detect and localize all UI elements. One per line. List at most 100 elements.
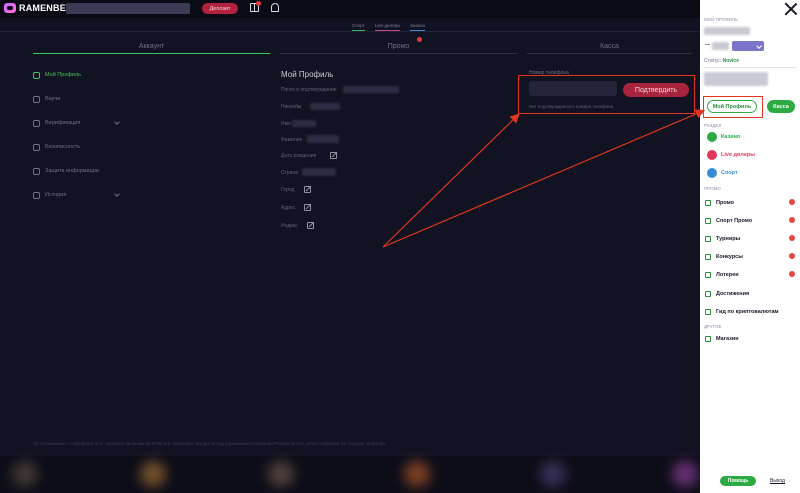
status-value: Novice <box>722 58 739 64</box>
logout-link[interactable]: Выход <box>770 478 785 484</box>
game-thumb[interactable] <box>540 461 566 487</box>
arrow-to-phone <box>382 113 520 248</box>
edit-address-icon[interactable] <box>304 204 311 211</box>
arrow-to-my-profile <box>382 109 706 248</box>
drawer-item-label: Турниры <box>716 235 741 242</box>
field-value-nickname <box>310 103 340 110</box>
chevron-down-icon[interactable] <box>114 191 120 197</box>
sidebar-item-history[interactable]: История <box>33 189 66 201</box>
field-label-last-name: Фамилия <box>281 137 303 143</box>
drawer-item-achievements[interactable]: Достижения <box>705 288 749 299</box>
field-label-city: Город <box>281 187 295 193</box>
status-label: Статус: <box>704 58 722 64</box>
field-label-email: Почта и подтверждение <box>281 87 337 93</box>
drawer-item-crypto-guide[interactable]: Гид по криптовалютам <box>705 306 779 317</box>
drawer-live-label: Live дилеры <box>721 151 755 158</box>
promo-badge <box>417 37 422 42</box>
tab-account-underline <box>33 53 270 54</box>
drawer-live[interactable]: Live дилеры <box>707 149 755 160</box>
drawer-item-label: Спорт Промо <box>716 217 753 224</box>
tab-promo[interactable]: Промо <box>280 38 517 54</box>
tab-cashier[interactable]: Касса <box>527 38 692 54</box>
logo[interactable]: RAMENBET <box>4 3 72 13</box>
sidebar-item-data-protection[interactable]: Защита информации <box>33 165 99 177</box>
clock-icon <box>33 191 40 199</box>
game-thumb[interactable] <box>404 461 430 487</box>
crypto-icon <box>705 308 711 315</box>
field-label-country: Страна <box>281 170 299 176</box>
logo-text: RAMENBET <box>19 3 72 13</box>
deposit-button[interactable]: Депозит <box>202 3 238 14</box>
field-label-address: Адрес <box>281 205 296 211</box>
edit-birth-date-icon[interactable] <box>330 152 337 159</box>
sidebar-item-verification[interactable]: Верификация <box>33 117 80 129</box>
eye-icon <box>705 199 711 206</box>
game-thumb[interactable] <box>140 461 166 487</box>
field-value-last-name <box>307 135 339 143</box>
edit-city-icon[interactable] <box>304 186 311 193</box>
drawer-item-promo[interactable]: Промо <box>705 197 734 208</box>
drawer-section-profile: МОЙ ПРОФИЛЬ <box>704 17 738 22</box>
cashier-button[interactable]: Касса <box>767 100 795 113</box>
drawer-user-id <box>704 27 750 35</box>
game-thumb[interactable] <box>12 461 38 487</box>
subtab-sport[interactable]: Спорт <box>352 23 365 31</box>
drawer-avatar-blurred <box>704 72 768 86</box>
sidebar-item-label: Мой Профиль <box>45 72 82 78</box>
drawer-item-shop[interactable]: Магазин <box>705 333 739 344</box>
edit-zip-icon[interactable] <box>307 222 314 229</box>
sidebar-item-label: Ваучи <box>45 96 61 102</box>
tab-cashier-underline <box>527 53 692 54</box>
contest-icon <box>705 253 711 260</box>
sidebar-item-security[interactable]: Безопасность <box>33 141 80 153</box>
drawer-item-label: Магазин <box>716 335 739 342</box>
chevron-down-icon[interactable] <box>114 119 120 125</box>
drawer-sport[interactable]: Спорт <box>707 167 738 178</box>
field-label-first-name: Имя <box>281 121 291 127</box>
bell-icon[interactable] <box>271 3 279 12</box>
ticket-icon <box>705 271 711 278</box>
drawer-casino[interactable]: Казино <box>707 131 740 142</box>
game-thumb[interactable] <box>672 461 698 487</box>
tab-account[interactable]: Аккаунт <box>33 38 270 54</box>
drawer-item-label: Гид по криптовалютам <box>716 308 779 315</box>
drawer-divider <box>703 67 797 68</box>
currency-dropdown[interactable] <box>732 41 764 51</box>
sidebar-item-vouchers[interactable]: Ваучи <box>33 93 60 105</box>
user-icon <box>33 71 40 79</box>
sidebar-item-label: Безопасность <box>45 144 81 150</box>
trophy-icon <box>705 235 711 242</box>
promo-notify-badge <box>789 199 795 205</box>
lotteries-notify-badge <box>789 271 795 277</box>
drawer-item-contests[interactable]: Конкурсы <box>705 251 743 262</box>
account-icon <box>705 44 710 48</box>
field-value-country <box>302 168 336 176</box>
subtabs-divider <box>0 31 700 32</box>
license-text: По соглашению с Antillephone N.V., согла… <box>33 441 386 446</box>
live-icon <box>707 149 717 160</box>
drawer-balance <box>712 42 729 50</box>
field-label-birth-date: Дата рождения <box>281 153 317 159</box>
drawer-casino-label: Казино <box>721 133 741 140</box>
casino-icon <box>707 131 717 142</box>
sport-icon <box>707 167 717 178</box>
lock-icon <box>33 167 40 175</box>
sidebar-item-my-profile[interactable]: Мой Профиль <box>33 69 81 81</box>
drawer-section-promo: ПРОМО <box>704 186 721 191</box>
annotation-box-my-profile <box>703 96 763 118</box>
verify-icon <box>33 119 40 127</box>
subtab-live[interactable]: Live-дилеры <box>374 23 401 31</box>
drawer-item-lotteries[interactable]: Лотереи <box>705 269 739 280</box>
help-button[interactable]: Помощь <box>720 476 756 486</box>
page-title: Мой Профиль <box>281 70 334 79</box>
drawer-section-sections: РАЗДЕЛ <box>704 123 722 128</box>
close-icon[interactable] <box>784 2 798 16</box>
annotation-box-phone <box>518 75 695 114</box>
drawer-item-tournaments[interactable]: Турниры <box>705 233 740 244</box>
voucher-icon <box>33 95 40 103</box>
drawer-item-sport-promo[interactable]: Спорт Промо <box>705 215 752 226</box>
subtab-casino[interactable]: Казино <box>410 23 426 31</box>
status-line: Статус: Novice <box>704 58 739 64</box>
game-thumb[interactable] <box>268 461 294 487</box>
drawer-item-label: Промо <box>716 199 734 206</box>
